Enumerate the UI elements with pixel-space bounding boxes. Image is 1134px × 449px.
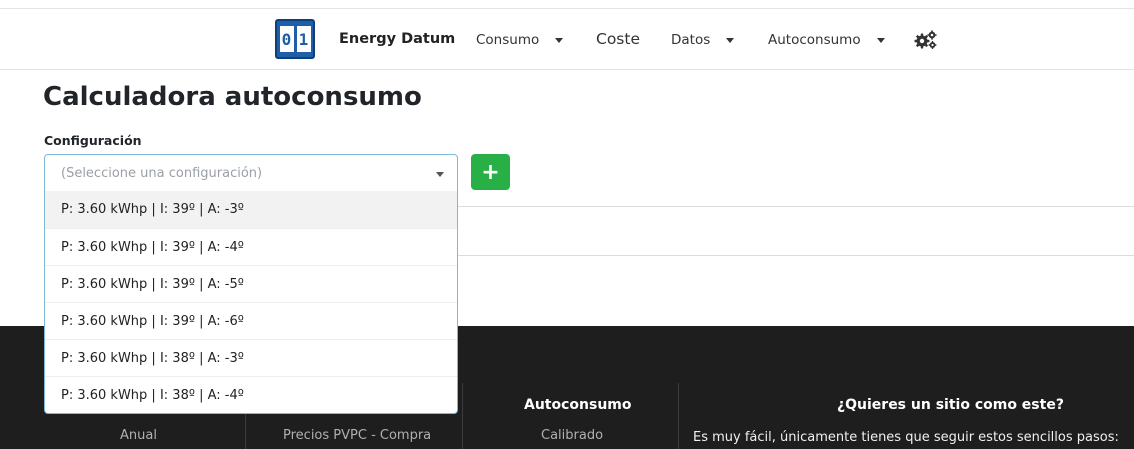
- gears-icon[interactable]: [914, 30, 938, 50]
- top-navbar: 0 1 Energy Datum Consumo Coste Datos Aut…: [0, 8, 1134, 70]
- chevron-down-icon: [726, 37, 735, 43]
- footer-site-text: Es muy fácil, únicamente tienes que segu…: [693, 430, 1119, 445]
- configuration-label: Configuración: [44, 133, 142, 148]
- page: 0 1 Energy Datum Consumo Coste Datos Aut…: [0, 0, 1134, 449]
- option-item[interactable]: P: 3.60 kWhp | I: 38º | A: -4º: [45, 376, 457, 413]
- footer-divider: [462, 383, 463, 449]
- footer-divider: [678, 383, 679, 449]
- footer-heading-site: ¿Quieres un sitio como este?: [837, 397, 1064, 413]
- add-configuration-button[interactable]: +: [471, 154, 510, 190]
- nav-datos-label: Datos: [671, 32, 711, 48]
- page-title: Calculadora autoconsumo: [43, 82, 422, 112]
- footer-link-calibrado[interactable]: Calibrado: [541, 428, 603, 443]
- nav-coste[interactable]: Coste: [596, 30, 640, 48]
- option-item[interactable]: P: 3.60 kWhp | I: 38º | A: -3º: [45, 339, 457, 376]
- option-item[interactable]: P: 3.60 kWhp | I: 39º | A: -4º: [45, 228, 457, 265]
- brand-name[interactable]: Energy Datum: [339, 31, 455, 47]
- select-placeholder: (Seleccione una configuración): [61, 166, 263, 181]
- logo-digit-1: 1: [296, 26, 311, 52]
- option-item[interactable]: P: 3.60 kWhp | I: 39º | A: -5º: [45, 265, 457, 302]
- footer-link-pvpc[interactable]: Precios PVPC - Compra: [283, 428, 431, 443]
- option-item[interactable]: P: 3.60 kWhp | I: 39º | A: -3º: [45, 191, 457, 228]
- dropdown-arrow-icon: [436, 172, 444, 177]
- footer-link-anual[interactable]: Anual: [120, 428, 157, 443]
- configuration-select[interactable]: (Seleccione una configuración): [44, 154, 458, 192]
- nav-coste-label: Coste: [596, 30, 640, 48]
- option-item[interactable]: P: 3.60 kWhp | I: 39º | A: -6º: [45, 302, 457, 339]
- chevron-down-icon: [876, 37, 885, 43]
- footer-heading-autoconsumo: Autoconsumo: [524, 397, 632, 413]
- nav-datos[interactable]: Datos: [671, 32, 735, 48]
- configuration-options-list: P: 3.60 kWhp | I: 39º | A: -3º P: 3.60 k…: [44, 191, 458, 414]
- logo-digit-0: 0: [279, 26, 294, 52]
- nav-consumo[interactable]: Consumo: [476, 32, 564, 48]
- nav-consumo-label: Consumo: [476, 32, 540, 48]
- nav-autoconsumo-label: Autoconsumo: [768, 32, 861, 48]
- nav-autoconsumo[interactable]: Autoconsumo: [768, 32, 885, 48]
- app-logo[interactable]: 0 1: [275, 19, 315, 59]
- chevron-down-icon: [555, 37, 564, 43]
